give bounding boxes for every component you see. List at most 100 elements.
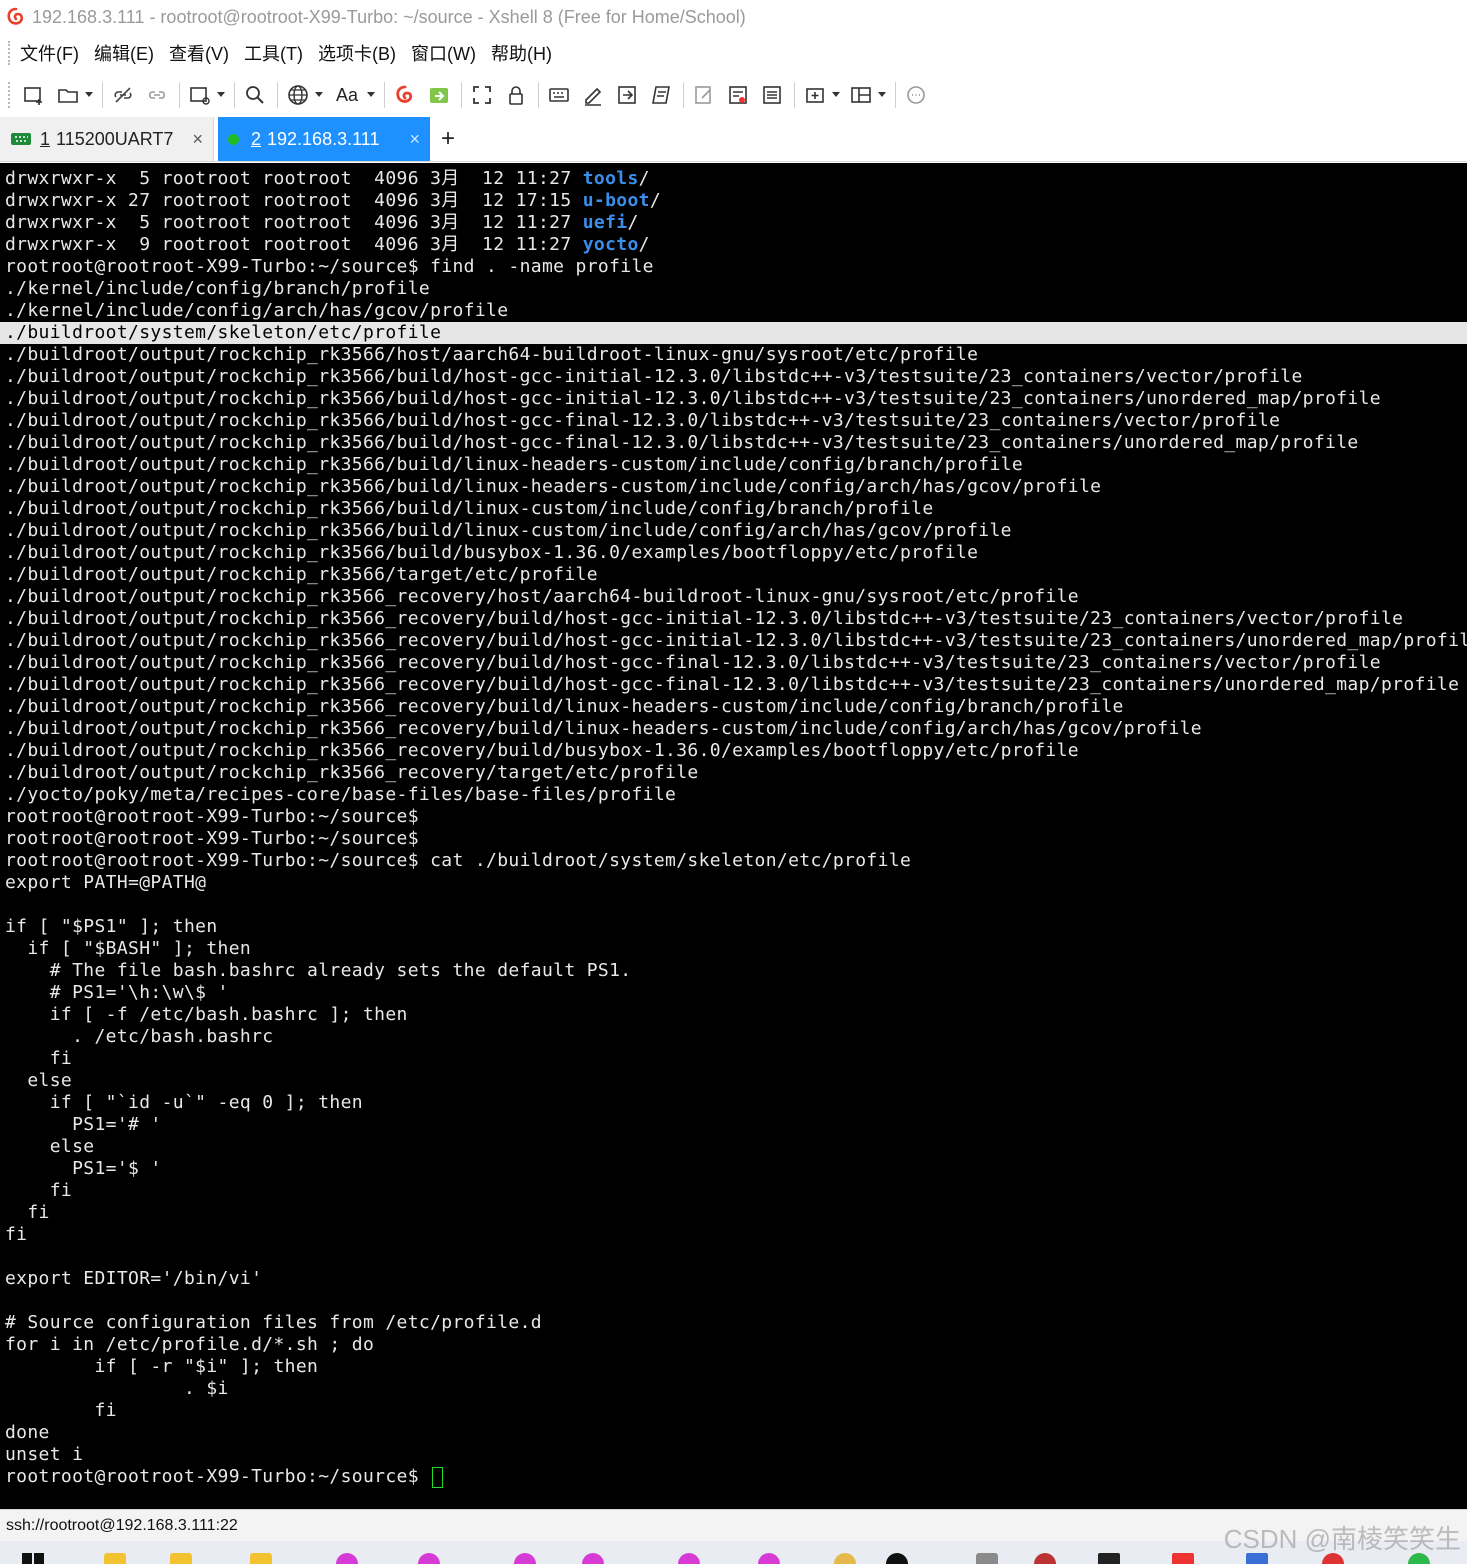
folder-icon[interactable]: [104, 1553, 126, 1564]
terminal-output[interactable]: drwxrwxr-x 5 rootroot rootroot 4096 3月 1…: [0, 163, 1467, 1509]
terminal-line: ./kernel/include/config/branch/profile: [5, 278, 431, 299]
disconnect-button[interactable]: [109, 81, 137, 109]
log-button[interactable]: [724, 81, 752, 109]
tab-number: 1: [40, 128, 51, 149]
terminal-line: ./buildroot/output/rockchip_rk3566/build…: [5, 542, 979, 563]
terminal-line: rootroot@rootroot-X99-Turbo:~/source$ fi…: [5, 256, 654, 277]
terminal-line: ./buildroot/output/rockchip_rk3566_recov…: [5, 630, 1467, 651]
menu-view[interactable]: 查看(V): [169, 40, 229, 66]
new-window-button[interactable]: [186, 81, 214, 109]
menu-edit[interactable]: 编辑(E): [94, 40, 154, 66]
keyboard-button[interactable]: [545, 81, 573, 109]
windows-start-icon[interactable]: [22, 1553, 44, 1564]
directory-suffix: /: [638, 168, 650, 189]
font-label: Aa: [335, 84, 359, 105]
browser-icon[interactable]: [418, 1553, 440, 1564]
menu-file[interactable]: 文件(F): [20, 40, 79, 66]
layout-dropdown[interactable]: [877, 81, 887, 109]
chat-bubble-icon: [907, 86, 925, 104]
terminal-line: ./buildroot/output/rockchip_rk3566_recov…: [5, 740, 1079, 761]
encoding-dropdown[interactable]: [314, 81, 324, 109]
open-session-dropdown[interactable]: [84, 81, 94, 109]
terminal-line: export EDITOR='/bin/vi': [5, 1268, 263, 1289]
xshell-button[interactable]: [391, 81, 419, 109]
script-button[interactable]: [647, 81, 675, 109]
menu-grip: [8, 41, 10, 65]
terminal-line: ./buildroot/output/rockchip_rk3566/targe…: [5, 564, 598, 585]
terminal-line: if [ "`id -u`" -eq 0 ]; then: [5, 1092, 363, 1113]
terminal-line: ./buildroot/output/rockchip_rk3566_recov…: [5, 696, 1124, 717]
open-session-button[interactable]: [54, 81, 82, 109]
xftp-icon: [430, 88, 448, 103]
browser-icon[interactable]: [336, 1553, 358, 1564]
window-title: 192.168.3.111 - rootroot@rootroot-X99-Tu…: [32, 6, 746, 27]
app-icon[interactable]: [1034, 1553, 1056, 1564]
menu-help[interactable]: 帮助(H): [491, 40, 552, 66]
terminal-line: fi: [5, 1400, 117, 1421]
send-button[interactable]: [613, 81, 641, 109]
terminal-line: drwxrwxr-x 9 rootroot rootroot 4096 3月 1…: [0, 234, 1467, 256]
ls-entry-details: drwxrwxr-x 5 rootroot rootroot 4096 3月 1…: [5, 212, 583, 233]
menu-bar: 文件(F) 编辑(E) 查看(V) 工具(T) 选项卡(B) 窗口(W) 帮助(…: [0, 34, 1467, 72]
link-broken-icon: [114, 87, 132, 103]
lock-icon: [509, 86, 523, 105]
tab-label: 192.168.3.111: [267, 128, 380, 149]
toolbar-separator: [102, 82, 103, 108]
app-icon[interactable]: [976, 1553, 998, 1564]
tab-close-button[interactable]: ×: [409, 129, 420, 150]
tab-ssh-active[interactable]: 2 192.168.3.111 ×: [218, 117, 430, 161]
xshell-swirl-icon: [396, 85, 413, 103]
keyboard-icon: [549, 88, 569, 102]
emoji-app-icon[interactable]: [886, 1553, 908, 1564]
chat-button[interactable]: [902, 81, 930, 109]
xftp-button[interactable]: [425, 81, 453, 109]
caret-down-icon: [832, 92, 840, 97]
terminal-line: PS1='$ ': [5, 1158, 162, 1179]
browser-icon[interactable]: [514, 1553, 536, 1564]
folder-icon[interactable]: [170, 1553, 192, 1564]
tab-uart[interactable]: 1 115200UART7 ×: [0, 117, 214, 161]
terminal-app-icon[interactable]: [1098, 1553, 1120, 1564]
terminal-cursor: [432, 1466, 444, 1488]
terminal-line: fi: [5, 1180, 73, 1201]
new-window-dropdown[interactable]: [216, 81, 226, 109]
terminal-line: ./buildroot/output/rockchip_rk3566/build…: [5, 476, 1102, 497]
app-icon[interactable]: [1172, 1553, 1194, 1564]
compose-icon: [695, 86, 711, 104]
find-button[interactable]: [241, 81, 269, 109]
title-bar: 192.168.3.111 - rootroot@rootroot-X99-Tu…: [0, 0, 1467, 34]
new-tab-button[interactable]: [801, 81, 829, 109]
menu-window[interactable]: 窗口(W): [411, 40, 476, 66]
highlight-button[interactable]: [579, 81, 607, 109]
encoding-button[interactable]: [284, 81, 312, 109]
terminal-line: ./buildroot/output/rockchip_rk3566/build…: [5, 520, 1012, 541]
menu-tabs[interactable]: 选项卡(B): [318, 40, 396, 66]
browser-icon[interactable]: [758, 1553, 780, 1564]
transfer-button[interactable]: [758, 81, 786, 109]
fullscreen-button[interactable]: [468, 81, 496, 109]
reconnect-button[interactable]: [143, 81, 171, 109]
layout-button[interactable]: [847, 81, 875, 109]
terminal-line: rootroot@rootroot-X99-Turbo:~/source$ ca…: [5, 850, 912, 871]
toolbar-separator: [179, 82, 180, 108]
font-button[interactable]: Aa: [330, 81, 364, 109]
new-session-button[interactable]: [20, 81, 48, 109]
terminal-line: if [ -r "$i" ]; then: [5, 1356, 319, 1377]
tab-close-button[interactable]: ×: [192, 129, 203, 150]
menu-tools[interactable]: 工具(T): [244, 40, 303, 66]
browser-icon[interactable]: [582, 1553, 604, 1564]
paint-icon[interactable]: [834, 1553, 856, 1564]
add-tab-button[interactable]: +: [430, 117, 466, 161]
compose-button[interactable]: [690, 81, 718, 109]
new-tab-dropdown[interactable]: [831, 81, 841, 109]
font-dropdown[interactable]: [366, 81, 376, 109]
toolbar-separator: [895, 82, 896, 108]
terminal-line: rootroot@rootroot-X99-Turbo:~/source$: [5, 828, 419, 849]
terminal-line: unset i: [5, 1444, 84, 1465]
terminal-line: PS1='# ': [5, 1114, 162, 1135]
lock-button[interactable]: [502, 81, 530, 109]
folder-icon[interactable]: [250, 1553, 272, 1564]
browser-icon[interactable]: [678, 1553, 700, 1564]
